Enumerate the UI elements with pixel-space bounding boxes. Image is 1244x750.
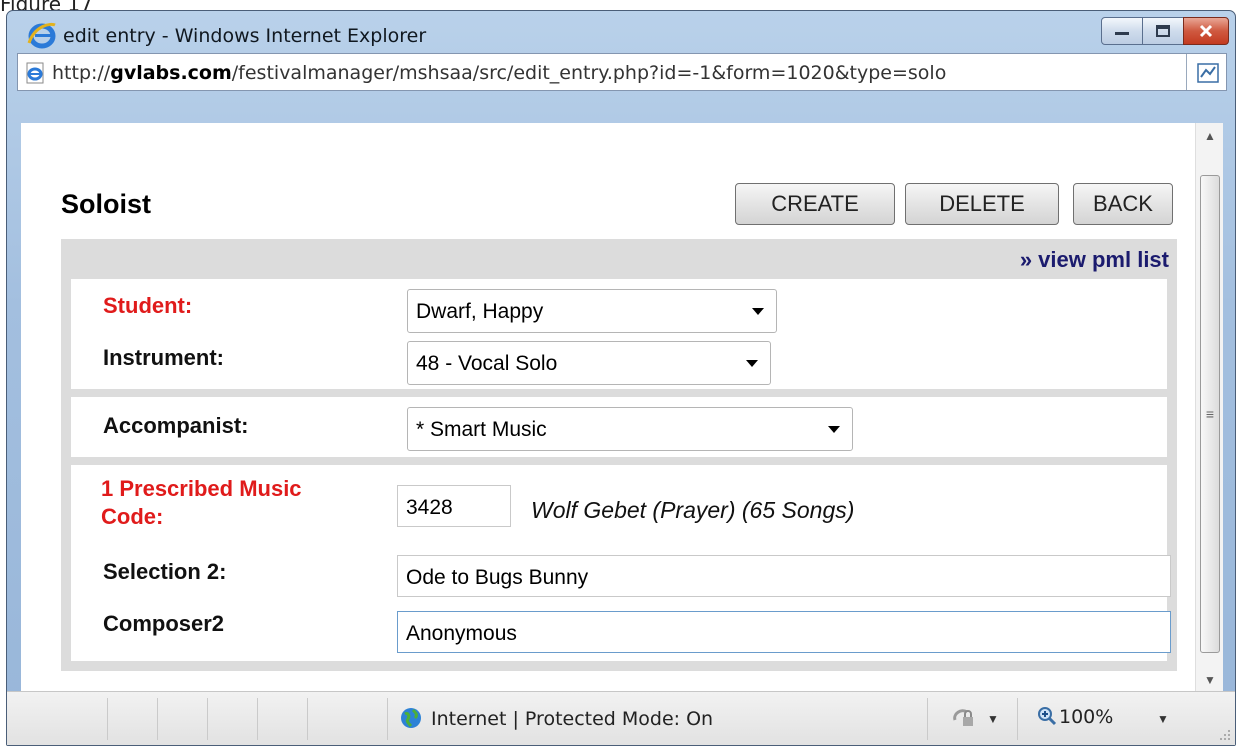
entry-form-panel: » view pml list Student: Dwarf, Happy In… <box>61 239 1177 671</box>
address-bar[interactable]: http://gvlabs.com/festivalmanager/mshsaa… <box>17 53 1227 91</box>
accompanist-section: Accompanist: * Smart Music <box>71 397 1167 457</box>
compatibility-view-icon[interactable] <box>1196 61 1220 85</box>
view-pml-list-link[interactable]: » view pml list <box>1020 247 1169 273</box>
minimize-button[interactable] <box>1101 17 1143 45</box>
resize-grip-icon[interactable] <box>1219 729 1231 741</box>
page-title: Soloist <box>61 189 152 219</box>
address-url[interactable]: http://gvlabs.com/festivalmanager/mshsaa… <box>52 62 946 84</box>
accompanist-label: Accompanist: <box>103 413 249 438</box>
composer-2-input[interactable]: Anonymous <box>397 611 1171 653</box>
student-label: Student: <box>103 293 193 318</box>
chevron-down-icon <box>746 360 758 367</box>
address-divider <box>1186 54 1187 90</box>
instrument-label: Instrument: <box>103 345 224 370</box>
pml-title-text: Wolf Gebet (Prayer) (65 Songs) <box>531 497 855 523</box>
status-divider <box>107 698 108 740</box>
browser-window: edit entry - Windows Internet Explorer h… <box>6 10 1236 746</box>
page-icon <box>26 62 44 84</box>
chevron-down-icon <box>828 426 840 433</box>
scroll-up-icon[interactable]: ▲ <box>1196 123 1224 149</box>
status-divider <box>1017 698 1018 740</box>
accompanist-select-value: * Smart Music <box>416 418 547 441</box>
chevron-down-icon <box>752 308 764 315</box>
zoom-icon <box>1038 707 1057 726</box>
status-divider <box>387 698 388 740</box>
composer-2-label: Composer2 <box>103 611 225 636</box>
selection-2-label: Selection 2: <box>103 559 227 584</box>
security-zone-text[interactable]: Internet | Protected Mode: On <box>431 708 713 730</box>
scroll-thumb[interactable]: ≡ <box>1200 175 1220 653</box>
maximize-button[interactable] <box>1142 17 1184 45</box>
page-content: Soloist CREATE DELETE BACK » view pml li… <box>21 123 1195 693</box>
chevron-down-icon[interactable]: ▼ <box>1157 712 1169 726</box>
selection-2-input[interactable]: Ode to Bugs Bunny <box>397 555 1171 597</box>
status-bar: Internet | Protected Mode: On ▼ 100% ▼ <box>7 691 1235 745</box>
student-section: Student: Dwarf, Happy Instrument: 48 - V… <box>71 279 1167 389</box>
create-button[interactable]: CREATE <box>735 183 895 225</box>
chevron-down-icon[interactable]: ▼ <box>987 712 999 726</box>
status-divider <box>257 698 258 740</box>
pml-code-label: 1 Prescribed Music Code: <box>101 476 302 529</box>
close-button[interactable] <box>1183 17 1229 45</box>
delete-button[interactable]: DELETE <box>905 183 1059 225</box>
minimize-icon <box>1115 32 1129 35</box>
internet-explorer-icon <box>27 22 56 49</box>
status-divider <box>157 698 158 740</box>
status-divider <box>927 698 928 740</box>
protected-mode-icon[interactable] <box>951 706 977 730</box>
close-icon <box>1199 24 1213 38</box>
music-section: 1 Prescribed Music Code: 3428 Wolf Gebet … <box>71 465 1171 661</box>
maximize-icon <box>1156 25 1170 37</box>
window-title: edit entry - Windows Internet Explorer <box>63 25 427 47</box>
pml-code-input[interactable]: 3428 <box>397 485 511 527</box>
accompanist-select[interactable]: * Smart Music <box>407 407 853 451</box>
instrument-select[interactable]: 48 - Vocal Solo <box>407 341 771 385</box>
scroll-down-icon[interactable]: ▼ <box>1196 667 1224 693</box>
instrument-select-value: 48 - Vocal Solo <box>416 352 558 375</box>
status-divider <box>307 698 308 740</box>
zoom-level[interactable]: 100% <box>1059 706 1113 728</box>
back-button[interactable]: BACK <box>1073 183 1173 225</box>
vertical-scrollbar[interactable]: ▲ ≡ ▼ <box>1195 123 1223 693</box>
student-select[interactable]: Dwarf, Happy <box>407 289 777 333</box>
status-divider <box>207 698 208 740</box>
globe-icon <box>401 708 421 728</box>
student-select-value: Dwarf, Happy <box>416 300 544 323</box>
